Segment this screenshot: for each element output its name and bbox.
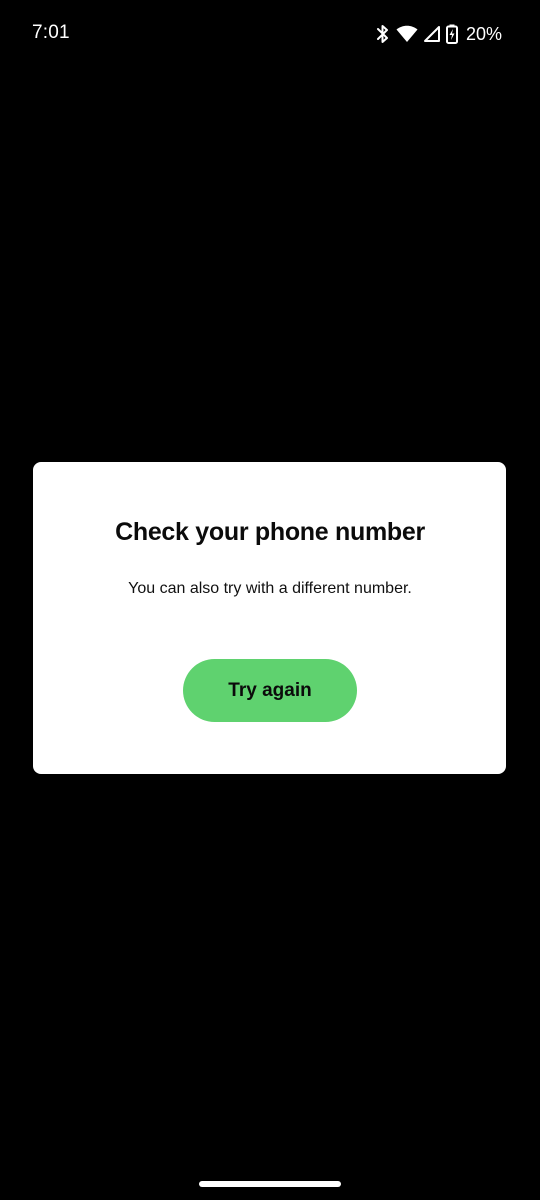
cell-signal-icon	[423, 26, 440, 42]
battery-percent: 20%	[465, 23, 502, 44]
bluetooth-icon	[376, 24, 390, 44]
dialog-title: Check your phone number	[115, 518, 425, 546]
battery-charging-icon	[445, 24, 458, 44]
status-icons: 20%	[376, 22, 502, 46]
status-time: 7:01	[32, 22, 70, 43]
wifi-icon	[396, 25, 418, 43]
dialog-message: You can also try with a different number…	[128, 580, 412, 597]
gesture-nav-handle[interactable]	[199, 1181, 341, 1187]
status-bar: 7:01 20%	[0, 0, 540, 68]
error-dialog	[33, 462, 506, 774]
try-again-button[interactable]: Try again	[183, 659, 357, 722]
